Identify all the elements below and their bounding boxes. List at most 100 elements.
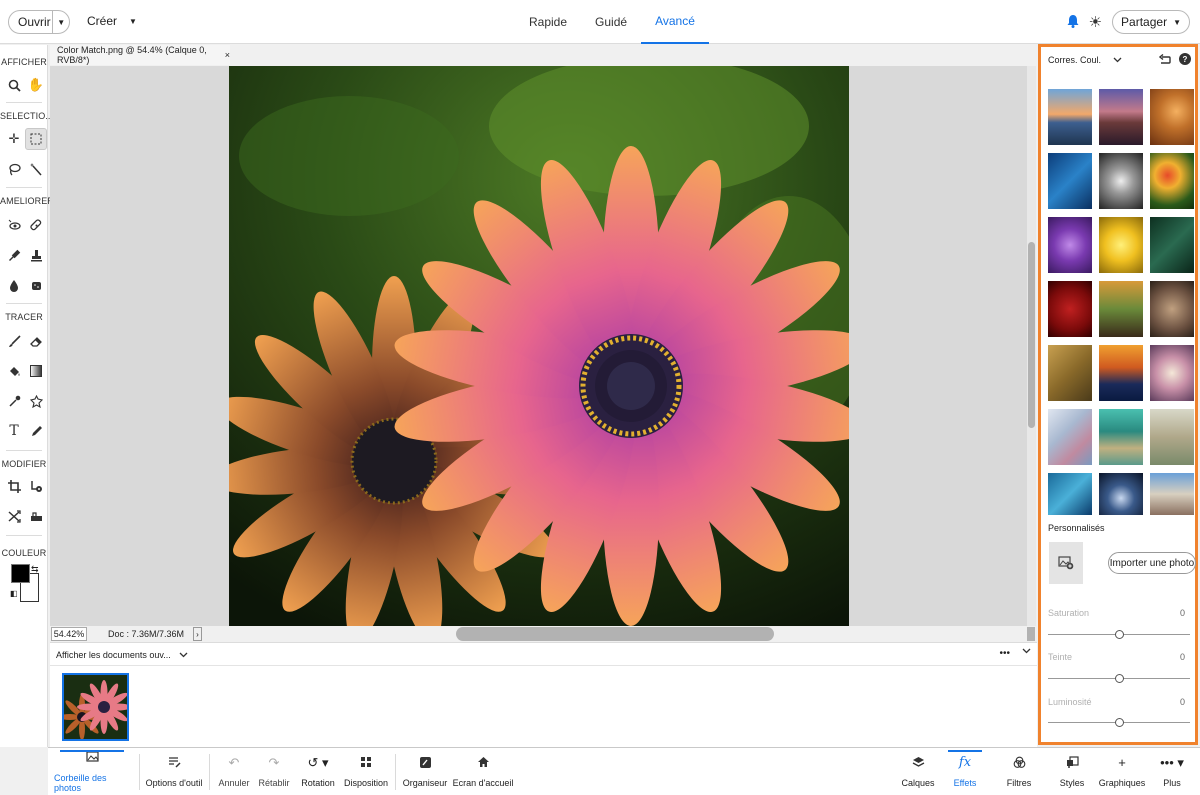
tool-options-button[interactable]: Options d'outil: [145, 748, 203, 795]
zoom-icon[interactable]: [4, 75, 24, 95]
preset-tile[interactable]: [1099, 217, 1143, 273]
open-label[interactable]: Ouvrir: [9, 15, 52, 29]
hand-icon[interactable]: ✋: [26, 75, 46, 95]
chevron-down-icon[interactable]: [179, 652, 188, 658]
eraser-icon[interactable]: [26, 331, 46, 351]
preset-tile[interactable]: [1048, 281, 1092, 337]
brightness-slider-handle[interactable]: [1115, 718, 1124, 727]
share-button[interactable]: Partager ▼: [1112, 10, 1190, 34]
undo-button[interactable]: ↶ Annuler: [214, 748, 254, 795]
move-icon[interactable]: ✛: [4, 129, 24, 149]
redo-button[interactable]: ↷ Rétablir: [254, 748, 294, 795]
create-label[interactable]: Créer: [87, 14, 117, 28]
preset-tile[interactable]: [1150, 89, 1194, 145]
flower-photo[interactable]: [229, 66, 849, 626]
document-tab[interactable]: Color Match.png @ 54.4% (Calque 0, RVB/8…: [50, 45, 230, 65]
crop-icon[interactable]: [4, 476, 24, 496]
eyedropper-icon[interactable]: [4, 391, 24, 411]
panel-dropdown[interactable]: Corres. Coul.: [1048, 55, 1122, 65]
preset-tile[interactable]: [1150, 409, 1194, 465]
chevron-down-icon[interactable]: [1022, 648, 1031, 654]
preset-tile[interactable]: [1048, 89, 1092, 145]
red-eye-icon[interactable]: [4, 215, 24, 235]
reset-icon[interactable]: [1159, 53, 1171, 65]
tab-guide[interactable]: Guidé: [581, 0, 641, 44]
horizontal-scroll-thumb[interactable]: [456, 627, 774, 641]
tab-avance[interactable]: Avancé: [641, 0, 709, 44]
smart-brush-icon[interactable]: [4, 245, 24, 265]
sponge-icon[interactable]: [26, 275, 46, 295]
add-custom-photo-button[interactable]: [1049, 542, 1083, 584]
share-label[interactable]: Partager: [1121, 15, 1167, 29]
layout-button[interactable]: Disposition: [342, 748, 390, 795]
preset-tile[interactable]: [1099, 281, 1143, 337]
photo-bin-button[interactable]: Corbeille des photos: [54, 748, 130, 795]
bell-icon[interactable]: [1067, 14, 1079, 31]
preset-tile[interactable]: [1150, 345, 1194, 401]
lasso-icon[interactable]: [4, 159, 24, 179]
preset-tile[interactable]: [1048, 409, 1092, 465]
more-button[interactable]: ••• ▾ Plus: [1154, 748, 1190, 795]
brightness-value[interactable]: 0: [1180, 697, 1185, 707]
pencil-icon[interactable]: [26, 421, 46, 441]
brush-icon[interactable]: [4, 331, 24, 351]
bin-dropdown[interactable]: Afficher les documents ouv...: [56, 650, 188, 660]
help-icon[interactable]: ?: [1179, 53, 1191, 65]
preset-tile[interactable]: [1150, 153, 1194, 209]
swap-colors-icon[interactable]: ⇆: [31, 564, 39, 575]
graphics-button[interactable]: + Graphiques: [1096, 748, 1148, 795]
preset-tile[interactable]: [1099, 473, 1143, 515]
chevron-down-icon[interactable]: ▼: [129, 17, 137, 26]
hue-value[interactable]: 0: [1180, 652, 1185, 662]
straighten-icon[interactable]: [26, 506, 46, 526]
gradient-icon[interactable]: [26, 361, 46, 381]
preset-tile[interactable]: [1099, 409, 1143, 465]
sun-icon[interactable]: ☀: [1089, 13, 1102, 31]
foreground-color-swatch[interactable]: [11, 564, 30, 583]
rotate-button[interactable]: ↺ ▾ Rotation: [296, 748, 340, 795]
preset-tile[interactable]: [1048, 473, 1092, 515]
create-button[interactable]: Créer ▼: [87, 14, 137, 28]
preset-tile[interactable]: [1150, 217, 1194, 273]
clone-stamp-icon[interactable]: [26, 245, 46, 265]
import-photo-button[interactable]: Importer une photo: [1108, 552, 1196, 574]
vertical-scroll-thumb[interactable]: [1028, 242, 1035, 428]
styles-button[interactable]: Styles: [1050, 748, 1094, 795]
hue-slider-handle[interactable]: [1115, 674, 1124, 683]
healing-brush-icon[interactable]: [26, 215, 46, 235]
preset-tile[interactable]: [1099, 345, 1143, 401]
content-aware-move-icon[interactable]: [4, 506, 24, 526]
organizer-button[interactable]: Organiseur: [400, 748, 450, 795]
preset-tile[interactable]: [1048, 217, 1092, 273]
saturation-slider-handle[interactable]: [1115, 630, 1124, 639]
preset-tile[interactable]: [1150, 281, 1194, 337]
preset-tile[interactable]: [1099, 89, 1143, 145]
canvas-area[interactable]: [50, 66, 1035, 626]
marquee-icon[interactable]: [25, 128, 47, 150]
tab-rapide[interactable]: Rapide: [515, 0, 581, 44]
zoom-field[interactable]: 54.42%: [51, 627, 87, 641]
filters-button[interactable]: Filtres: [996, 748, 1042, 795]
default-colors-icon[interactable]: ◧: [10, 589, 18, 598]
more-options-icon[interactable]: •••: [999, 648, 1010, 659]
panel-title[interactable]: Corres. Coul.: [1048, 55, 1101, 65]
recompose-icon[interactable]: [26, 476, 46, 496]
close-icon[interactable]: ×: [225, 50, 230, 60]
effects-button[interactable]: fx Effets: [942, 748, 988, 795]
chevron-down-icon[interactable]: [1113, 57, 1122, 63]
chevron-down-icon[interactable]: ▼: [1173, 18, 1181, 27]
open-button[interactable]: Ouvrir ▼: [8, 10, 70, 34]
custom-shape-icon[interactable]: [26, 391, 46, 411]
preset-tile[interactable]: [1048, 153, 1092, 209]
chevron-right-icon[interactable]: ›: [193, 627, 202, 641]
preset-tile[interactable]: [1048, 345, 1092, 401]
blur-icon[interactable]: [4, 275, 24, 295]
bin-dropdown-label[interactable]: Afficher les documents ouv...: [56, 650, 171, 660]
preset-tile[interactable]: [1150, 473, 1194, 515]
vertical-scrollbar[interactable]: [1027, 66, 1036, 626]
layers-button[interactable]: Calques: [896, 748, 940, 795]
paint-bucket-icon[interactable]: [4, 361, 24, 381]
home-screen-button[interactable]: Ecran d'accueil: [452, 748, 514, 795]
chevron-down-icon[interactable]: ▼: [53, 18, 69, 27]
magic-wand-icon[interactable]: [26, 159, 46, 179]
